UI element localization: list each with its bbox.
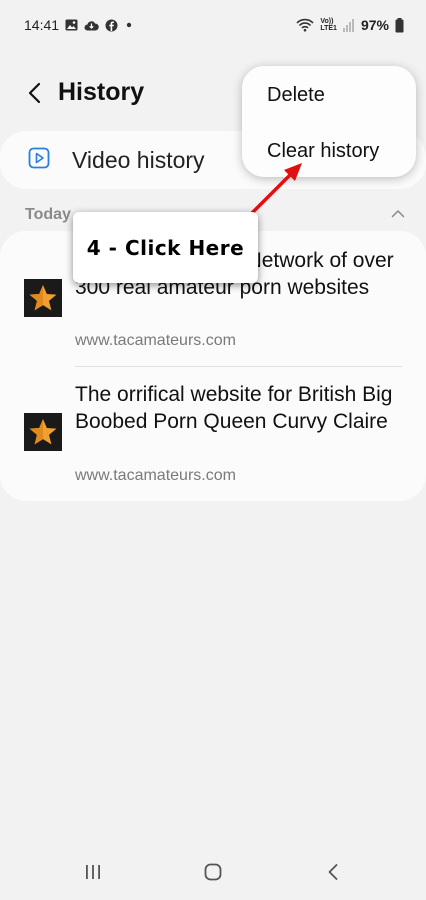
- cloud-icon: [84, 20, 99, 31]
- navigation-bar: [0, 848, 426, 900]
- play-square-icon: [28, 147, 50, 174]
- instruction-callout: 4 - Click Here: [73, 212, 258, 283]
- status-left: 14:41: [24, 17, 134, 33]
- recent-apps-icon: [84, 864, 102, 885]
- battery-icon: [395, 17, 404, 33]
- volte-indicator: Vo)) LTE1: [320, 18, 337, 32]
- red-arrow-annotation: [250, 163, 302, 215]
- status-bar: 14:41 Vo)) LTE1 97%: [0, 0, 426, 50]
- star-favicon: [24, 413, 62, 451]
- status-right: Vo)) LTE1 97%: [296, 17, 404, 33]
- chevron-up-icon: [391, 205, 405, 223]
- lte-label: LTE1: [320, 25, 337, 32]
- home-icon: [204, 863, 222, 886]
- dot-icon: [124, 20, 134, 30]
- status-time: 14:41: [24, 17, 60, 33]
- image-icon: [65, 19, 78, 31]
- menu-item-delete[interactable]: Delete: [267, 84, 325, 107]
- star-favicon: [24, 279, 62, 317]
- back-nav-button[interactable]: [318, 862, 348, 886]
- history-item-url: www.tacamateurs.com: [75, 332, 236, 349]
- video-history-label: Video history: [72, 146, 205, 173]
- chevron-left-icon: [27, 82, 41, 109]
- history-item-title: The orrifical website for British Big Bo…: [75, 383, 393, 433]
- page-title: History: [58, 78, 145, 106]
- history-item-url: www.tacamateurs.com: [75, 467, 236, 484]
- recent-apps-button[interactable]: [78, 862, 108, 886]
- divider: [75, 366, 402, 367]
- battery-percent: 97%: [360, 17, 389, 33]
- collapse-button[interactable]: [388, 204, 408, 224]
- facebook-icon: [105, 19, 118, 32]
- back-button[interactable]: [20, 80, 48, 110]
- back-icon: [327, 863, 339, 886]
- list-item[interactable]: The orrifical website for British Big Bo…: [0, 379, 426, 495]
- wifi-icon: [296, 18, 314, 32]
- callout-text: 4 - Click Here: [86, 235, 245, 260]
- volte-label: Vo)): [320, 18, 334, 25]
- section-label: Today: [25, 206, 71, 223]
- signal-icon: [342, 18, 355, 32]
- home-button[interactable]: [198, 862, 228, 886]
